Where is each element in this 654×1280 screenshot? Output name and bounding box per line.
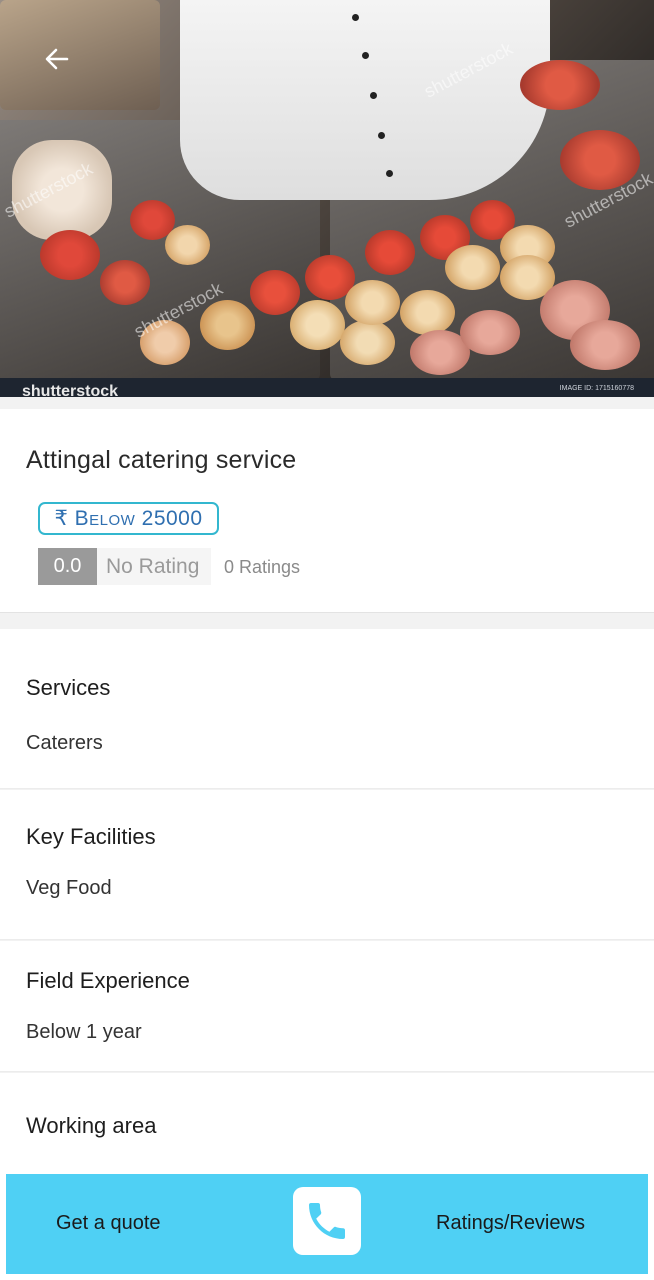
rating-box: 0.0 No Rating <box>38 548 211 585</box>
rating-label: No Rating <box>106 554 200 578</box>
call-button[interactable] <box>293 1187 361 1255</box>
image-id: IMAGE ID: 1715160778 <box>559 385 634 392</box>
section-title: Working area <box>26 1113 157 1138</box>
section-value: Below 1 year <box>26 1021 142 1043</box>
hero-image: shutterstock shutterstock shutterstock s… <box>0 0 654 397</box>
phone-icon <box>309 1203 345 1239</box>
section-title: Key Facilities <box>26 824 156 849</box>
section-title: Field Experience <box>26 968 190 993</box>
arrow-left-icon <box>45 48 69 70</box>
section-title: Services <box>26 675 111 700</box>
bottom-action-bar: Get a quote Ratings/Reviews <box>6 1174 648 1274</box>
key-facilities-section: Key Facilities Veg Food <box>0 790 654 940</box>
section-value: Caterers <box>26 732 103 754</box>
field-experience-section: Field Experience Below 1 year <box>0 941 654 1072</box>
watermark-strip: shutterstock IMAGE ID: 1715160778 <box>0 378 654 397</box>
services-section: Services Caterers <box>0 629 654 789</box>
rating-count: 0 Ratings <box>224 557 301 577</box>
section-value: Veg Food <box>26 877 112 899</box>
rating-value: 0.0 <box>38 548 97 585</box>
vendor-name: Attingal catering service <box>26 446 297 474</box>
price-badge: ₹ Below 25000 <box>38 502 219 535</box>
watermark-logo: shutterstock <box>22 383 119 397</box>
ratings-reviews-button[interactable]: Ratings/Reviews <box>436 1212 585 1235</box>
get-quote-button[interactable]: Get a quote <box>56 1212 161 1235</box>
chef-figure <box>180 0 550 200</box>
back-button[interactable] <box>40 42 74 76</box>
